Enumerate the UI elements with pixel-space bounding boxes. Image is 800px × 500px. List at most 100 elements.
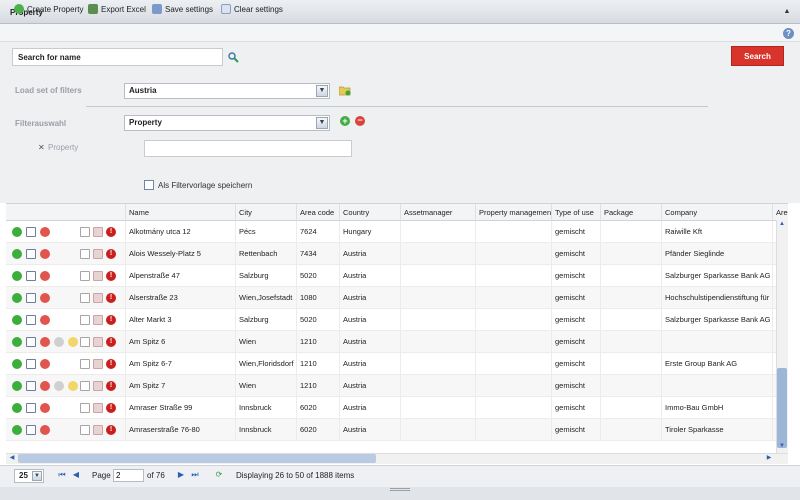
tag-icon[interactable] (93, 249, 103, 259)
edit-icon[interactable] (26, 249, 36, 259)
tag-icon[interactable] (93, 293, 103, 303)
document-icon[interactable] (80, 403, 90, 413)
tag-icon[interactable] (93, 337, 103, 347)
table-row[interactable]: ! Am Spitz 6 Wien 1210 Austria gemischt (6, 331, 788, 353)
table-row[interactable]: ! Am Spitz 7 Wien 1210 Austria gemischt (6, 375, 788, 397)
warning-icon[interactable]: ! (106, 381, 116, 391)
search-options-icon[interactable] (227, 51, 239, 63)
warning-icon[interactable]: ! (106, 403, 116, 413)
edit-icon[interactable] (26, 337, 36, 347)
table-row[interactable]: ! Alserstraße 23 Wien,Josefstadt 1080 Austri… (6, 287, 788, 309)
warning-icon[interactable]: ! (106, 425, 116, 435)
document-icon[interactable] (80, 425, 90, 435)
table-row[interactable]: ! Am Spitz 6-7 Wien,Floridsdorf 1210 Austria… (6, 353, 788, 375)
search-button[interactable]: Search (731, 46, 784, 66)
delete-icon[interactable] (40, 227, 50, 237)
column-header-area-code[interactable]: Area code (296, 204, 339, 221)
column-header-city[interactable]: City (235, 204, 296, 221)
column-header-company[interactable]: Company (661, 204, 772, 221)
tag-icon[interactable] (93, 381, 103, 391)
collapse-arrow-icon[interactable]: ▲ (782, 7, 792, 17)
warning-icon[interactable]: ! (106, 293, 116, 303)
delete-icon[interactable] (40, 337, 50, 347)
prev-page-icon[interactable]: ◀ (71, 470, 81, 480)
edit-icon[interactable] (26, 293, 36, 303)
document-icon[interactable] (80, 381, 90, 391)
document-icon[interactable] (80, 315, 90, 325)
edit-icon[interactable] (26, 381, 36, 391)
approve-icon[interactable] (12, 315, 22, 325)
delete-icon[interactable] (40, 293, 50, 303)
load-filters-select[interactable]: Austria ▼ (124, 83, 330, 99)
search-input[interactable] (12, 48, 223, 66)
horizontal-scroll-thumb[interactable] (18, 454, 376, 463)
approve-icon[interactable] (12, 403, 22, 413)
table-row[interactable]: ! Alter Markt 3 Salzburg 5020 Austria gemisch… (6, 309, 788, 331)
status-yellow-icon[interactable] (68, 337, 78, 347)
document-icon[interactable] (80, 337, 90, 347)
page-number-input[interactable] (113, 469, 144, 482)
tag-icon[interactable] (93, 271, 103, 281)
save-template-checkbox[interactable] (144, 180, 154, 190)
table-row[interactable]: ! Alpenstraße 47 Salzburg 5020 Austria gemisc… (6, 265, 788, 287)
page-size-select[interactable]: 25 ▼ (14, 469, 44, 483)
approve-icon[interactable] (12, 381, 22, 391)
property-filter-input[interactable] (144, 140, 352, 157)
last-page-icon[interactable]: ⏭ (190, 470, 200, 480)
approve-icon[interactable] (12, 359, 22, 369)
filter-select[interactable]: Property ▼ (124, 115, 330, 131)
delete-icon[interactable] (40, 249, 50, 259)
status-yellow-icon[interactable] (68, 381, 78, 391)
vertical-scroll-thumb[interactable] (777, 368, 787, 448)
warning-icon[interactable]: ! (106, 337, 116, 347)
warning-icon[interactable]: ! (106, 315, 116, 325)
column-header-package[interactable]: Package (600, 204, 661, 221)
edit-icon[interactable] (26, 425, 36, 435)
delete-icon[interactable] (40, 359, 50, 369)
table-row[interactable]: ! Amraser Straße 99 Innsbruck 6020 Austria ge… (6, 397, 788, 419)
document-icon[interactable] (80, 293, 90, 303)
tag-icon[interactable] (93, 315, 103, 325)
edit-icon[interactable] (26, 315, 36, 325)
column-header-name[interactable]: Name (125, 204, 235, 221)
edit-icon[interactable] (26, 227, 36, 237)
export-excel-button[interactable]: Export Excel (88, 3, 146, 15)
create-property-button[interactable]: Create Property (14, 3, 83, 15)
edit-icon[interactable] (26, 359, 36, 369)
tag-icon[interactable] (93, 425, 103, 435)
delete-icon[interactable] (40, 403, 50, 413)
save-settings-button[interactable]: Save settings (152, 3, 213, 15)
help-icon[interactable]: ? (783, 28, 794, 39)
document-icon[interactable] (80, 271, 90, 281)
approve-icon[interactable] (12, 293, 22, 303)
tag-icon[interactable] (93, 227, 103, 237)
table-row[interactable]: ! Amraserstraße 76-80 Innsbruck 6020 Austria… (6, 419, 788, 441)
document-icon[interactable] (80, 359, 90, 369)
resize-handle[interactable] (390, 488, 410, 491)
remove-filter-icon[interactable]: − (355, 116, 365, 126)
approve-icon[interactable] (12, 425, 22, 435)
refresh-icon[interactable]: ⟳ (214, 470, 224, 480)
scroll-left-icon[interactable]: ◀ (7, 454, 17, 463)
approve-icon[interactable] (12, 271, 22, 281)
document-icon[interactable] (80, 227, 90, 237)
warning-icon[interactable]: ! (106, 249, 116, 259)
first-page-icon[interactable]: ⏮ (57, 470, 67, 480)
edit-icon[interactable] (26, 271, 36, 281)
warning-icon[interactable]: ! (106, 227, 116, 237)
status-grey-icon[interactable] (54, 337, 64, 347)
column-header-area[interactable]: Are (772, 204, 788, 221)
clear-settings-button[interactable]: Clear settings (221, 3, 283, 15)
edit-icon[interactable] (26, 403, 36, 413)
document-icon[interactable] (80, 249, 90, 259)
warning-icon[interactable]: ! (106, 271, 116, 281)
delete-icon[interactable] (40, 315, 50, 325)
scroll-up-icon[interactable]: ▲ (777, 221, 787, 229)
remove-property-filter-icon[interactable]: ✕ (38, 143, 45, 152)
column-header-property-management[interactable]: Property management (475, 204, 551, 221)
delete-icon[interactable] (40, 381, 50, 391)
column-header-assetmanager[interactable]: Assetmanager (400, 204, 475, 221)
warning-icon[interactable]: ! (106, 359, 116, 369)
tag-icon[interactable] (93, 403, 103, 413)
scroll-down-icon[interactable]: ▼ (777, 443, 787, 451)
